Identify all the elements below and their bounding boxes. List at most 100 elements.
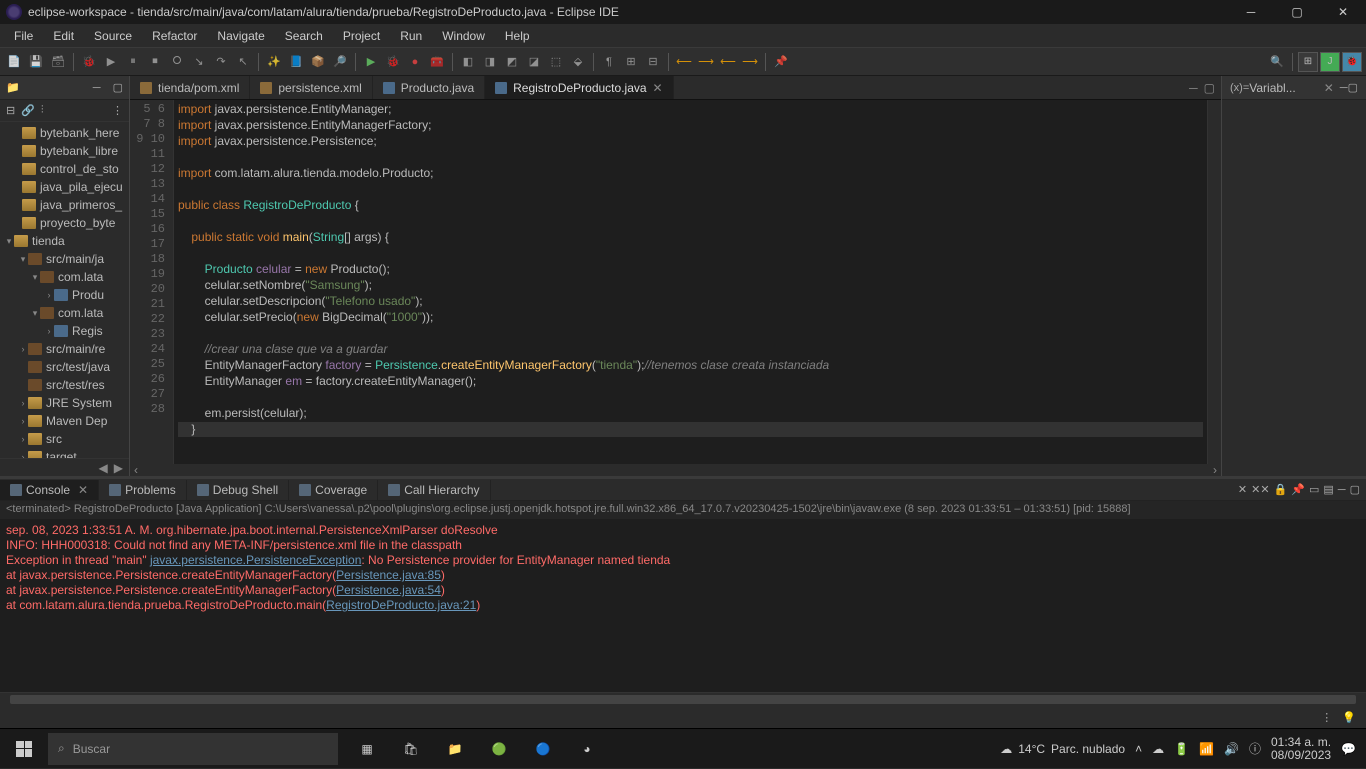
- minimize-view-icon[interactable]: ─: [87, 80, 107, 96]
- tool-i-icon[interactable]: ⊟: [645, 54, 661, 70]
- menu-refactor[interactable]: Refactor: [142, 26, 207, 46]
- tree-item[interactable]: ›JRE System: [0, 394, 129, 412]
- new-icon[interactable]: 📄: [6, 54, 22, 70]
- menu-help[interactable]: Help: [495, 26, 540, 46]
- editor-minimize-icon[interactable]: ─: [1189, 81, 1198, 95]
- menu-window[interactable]: Window: [432, 26, 495, 46]
- open-type-icon[interactable]: 🔎: [332, 54, 348, 70]
- console-pin-icon[interactable]: 📌: [1291, 483, 1305, 496]
- onedrive-icon[interactable]: ☁: [1152, 742, 1164, 756]
- tool-f-icon[interactable]: ⬙: [570, 54, 586, 70]
- tool-g-icon[interactable]: ¶: [601, 54, 617, 70]
- collapse-all-icon[interactable]: ⊟: [6, 104, 15, 117]
- console-max-icon[interactable]: ▢: [1350, 483, 1360, 496]
- notifications-icon[interactable]: 💬: [1341, 742, 1356, 756]
- pin-icon[interactable]: 📌: [773, 54, 789, 70]
- tree-item[interactable]: ›src: [0, 430, 129, 448]
- new-wiz-icon[interactable]: ✨: [266, 54, 282, 70]
- tree-item[interactable]: bytebank_libre: [0, 142, 129, 160]
- save-all-icon[interactable]: 🗃: [50, 54, 66, 70]
- open-perspective-icon[interactable]: ⊞: [1298, 52, 1318, 72]
- explorer-tab-icon[interactable]: 📁: [0, 79, 26, 96]
- link-editor-icon[interactable]: 🔗: [21, 104, 35, 117]
- tool-b-icon[interactable]: ◨: [482, 54, 498, 70]
- editor-tab[interactable]: tienda/pom.xml: [130, 76, 250, 99]
- tree-item[interactable]: control_de_sto: [0, 160, 129, 178]
- chrome-icon[interactable]: 🟢: [478, 729, 520, 769]
- tree-item[interactable]: ›src/main/re: [0, 340, 129, 358]
- suspend-icon[interactable]: ⏸: [125, 54, 141, 70]
- taskbar-clock[interactable]: 01:34 a. m. 08/09/2023: [1271, 736, 1331, 762]
- console-output[interactable]: sep. 08, 2023 1:33:51 A. M. org.hibernat…: [0, 519, 1366, 692]
- tool-e-icon[interactable]: ⬚: [548, 54, 564, 70]
- debug-run-icon[interactable]: 🐞: [385, 54, 401, 70]
- maximize-button[interactable]: ▢: [1274, 0, 1320, 24]
- battery-icon[interactable]: 🔋: [1174, 742, 1189, 756]
- console-min-icon[interactable]: ─: [1338, 484, 1346, 496]
- filter-icon[interactable]: ⫶: [41, 104, 44, 117]
- console-remove-all-icon[interactable]: ✕✕: [1251, 483, 1269, 496]
- tip-icon[interactable]: 💡: [1342, 711, 1356, 724]
- console-display-icon[interactable]: ▭: [1309, 483, 1319, 496]
- tool-h-icon[interactable]: ⊞: [623, 54, 639, 70]
- menu-run[interactable]: Run: [390, 26, 432, 46]
- save-icon[interactable]: 💾: [28, 54, 44, 70]
- close-button[interactable]: ✕: [1320, 0, 1366, 24]
- menu-navigate[interactable]: Navigate: [207, 26, 274, 46]
- menu-file[interactable]: File: [4, 26, 43, 46]
- editor-tab[interactable]: Producto.java: [373, 76, 485, 99]
- tree-item[interactable]: ▾com.lata: [0, 304, 129, 322]
- overview-ruler[interactable]: [1207, 100, 1221, 464]
- java-perspective-icon[interactable]: J: [1320, 52, 1340, 72]
- disconnect-icon[interactable]: ⭘: [169, 54, 185, 70]
- bottom-tab[interactable]: Debug Shell: [187, 480, 289, 500]
- editor-hscroll[interactable]: ‹›: [130, 464, 1221, 476]
- nav-fwd-icon[interactable]: ▶: [114, 461, 123, 475]
- editor-tab[interactable]: RegistroDeProducto.java✕: [485, 76, 673, 99]
- tool-c-icon[interactable]: ◩: [504, 54, 520, 70]
- tree-item[interactable]: bytebank_here: [0, 124, 129, 142]
- variables-min-icon[interactable]: ─: [1340, 82, 1348, 94]
- chrome2-icon[interactable]: 🔵: [522, 729, 564, 769]
- explorer-icon[interactable]: 📁: [434, 729, 476, 769]
- next-annot-icon[interactable]: ⟶: [742, 54, 758, 70]
- tree-item[interactable]: ▾src/main/ja: [0, 250, 129, 268]
- tree-item[interactable]: ›Maven Dep: [0, 412, 129, 430]
- menu-search[interactable]: Search: [275, 26, 333, 46]
- weather-widget[interactable]: ☁ 14°C Parc. nublado: [1000, 742, 1125, 756]
- variables-tab-label[interactable]: Variabl...: [1249, 81, 1295, 95]
- variables-close-icon[interactable]: ✕: [1324, 81, 1334, 95]
- wifi-icon[interactable]: 📶: [1199, 742, 1214, 756]
- resume-icon[interactable]: ▶: [103, 54, 119, 70]
- ext-tools-icon[interactable]: 🧰: [429, 54, 445, 70]
- close-tab-icon[interactable]: ✕: [78, 483, 88, 497]
- task-view-icon[interactable]: ▦: [346, 729, 388, 769]
- step-into-icon[interactable]: ↘: [191, 54, 207, 70]
- code-editor[interactable]: import javax.persistence.EntityManager; …: [174, 100, 1207, 464]
- tree-item[interactable]: ▾com.lata: [0, 268, 129, 286]
- tree-item[interactable]: src/test/res: [0, 376, 129, 394]
- debug-perspective-icon[interactable]: 🐞: [1342, 52, 1362, 72]
- store-icon[interactable]: 🛍: [390, 729, 432, 769]
- close-tab-icon[interactable]: ✕: [653, 81, 663, 95]
- bottom-tab[interactable]: Call Hierarchy: [378, 480, 490, 500]
- tree-item[interactable]: proyecto_byte: [0, 214, 129, 232]
- terminate-icon[interactable]: ⏹: [147, 54, 163, 70]
- step-over-icon[interactable]: ↷: [213, 54, 229, 70]
- tree-item[interactable]: ›target: [0, 448, 129, 458]
- menu-edit[interactable]: Edit: [43, 26, 84, 46]
- bottom-tab[interactable]: Console✕: [0, 480, 99, 500]
- forward-icon[interactable]: ⟶: [698, 54, 714, 70]
- debug-icon[interactable]: 🐞: [81, 54, 97, 70]
- menu-project[interactable]: Project: [333, 26, 390, 46]
- tool-d-icon[interactable]: ◪: [526, 54, 542, 70]
- nav-back-icon[interactable]: ◀: [99, 461, 108, 475]
- search-tool-icon[interactable]: 🔍: [1269, 54, 1285, 70]
- menu-source[interactable]: Source: [84, 26, 142, 46]
- volume-icon[interactable]: 🔊: [1224, 742, 1239, 756]
- tool-a-icon[interactable]: ◧: [460, 54, 476, 70]
- line-gutter[interactable]: 5 6 7 8 9 10 11 12 13 14 15 16 17 18 19 …: [130, 100, 174, 464]
- tree-item[interactable]: src/test/java: [0, 358, 129, 376]
- back-icon[interactable]: ⟵: [676, 54, 692, 70]
- tree-item[interactable]: ›Produ: [0, 286, 129, 304]
